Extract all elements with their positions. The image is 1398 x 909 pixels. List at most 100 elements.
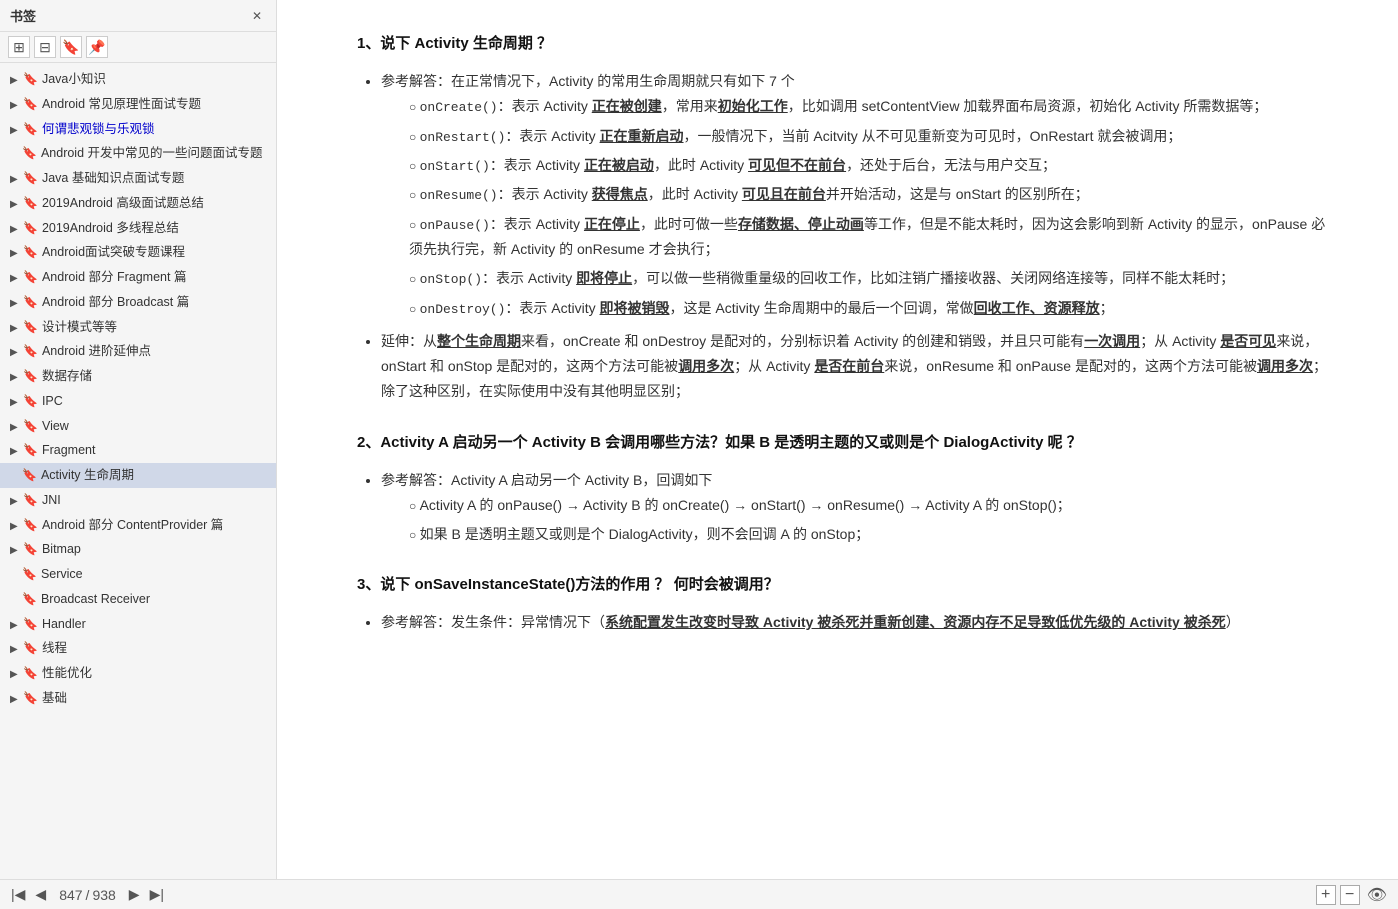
bookmark-icon: 🔖 — [23, 194, 38, 212]
arrow-icon: ▶ — [10, 540, 20, 558]
arrow-icon: ▶ — [10, 516, 20, 534]
bookmark-icon: 🔖 — [23, 120, 38, 138]
bookmark-icon: 🔖 — [23, 639, 38, 657]
list-item-extension: 延伸：从整个生命周期来看，onCreate 和 onDestroy 是配对的，分… — [381, 329, 1338, 405]
toolbar-icon-2[interactable]: ⊟ — [34, 36, 56, 58]
sidebar-item-design-patterns[interactable]: ▶ 🔖 设计模式等等 — [0, 315, 276, 340]
sidebar-item-label: 2019Android 高级面试题总结 — [42, 194, 204, 213]
bookmark-icon: 🔖 — [23, 664, 38, 682]
sidebar-item-jni[interactable]: ▶ 🔖 JNI — [0, 488, 276, 513]
sidebar-item-basics[interactable]: ▶ 🔖 基础 — [0, 686, 276, 711]
sidebar-item-fragment[interactable]: ▶ 🔖 Fragment — [0, 438, 276, 463]
method-oncreate: onCreate() — [420, 100, 498, 115]
page-info: 847/938 — [53, 887, 122, 903]
arrow-icon: ▶ — [10, 318, 20, 336]
sidebar-item-performance[interactable]: ▶ 🔖 性能优化 — [0, 661, 276, 686]
sidebar-item-view[interactable]: ▶ 🔖 View — [0, 414, 276, 439]
bookmark-icon: 🔖 — [22, 590, 37, 608]
sidebar-item-label: Broadcast Receiver — [41, 590, 150, 609]
page-total: 938 — [89, 887, 118, 903]
sidebar-item-label: Java 基础知识点面试专题 — [42, 169, 184, 188]
bookmark-icon: 🔖 — [23, 441, 38, 459]
close-icon[interactable]: ✕ — [248, 7, 266, 25]
sidebar-item-handler[interactable]: ▶ 🔖 Handler — [0, 612, 276, 637]
sidebar-item-activity-lifecycle[interactable]: 🔖 Activity 生命周期 — [0, 463, 276, 488]
sidebar-item-label: Java小知识 — [42, 70, 106, 89]
first-page-button[interactable]: |◀ — [8, 886, 28, 903]
sidebar-item-label: Activity 生命周期 — [41, 466, 134, 485]
sidebar-item-java-knowledge[interactable]: ▶ 🔖 Java小知识 — [0, 67, 276, 92]
sidebar-item-label: 性能优化 — [42, 664, 92, 683]
bookmark-icon: 🔖 — [23, 689, 38, 707]
sidebar-item-contentprovider[interactable]: ▶ 🔖 Android 部分 ContentProvider 篇 — [0, 513, 276, 538]
bookmark-icon: 🔖 — [22, 565, 37, 583]
lifecycle-methods-list: onCreate()：表示 Activity 正在被创建，常用来初始化工作，比如… — [409, 94, 1338, 321]
sidebar-item-ipc[interactable]: ▶ 🔖 IPC — [0, 389, 276, 414]
method-onstart: onStart() — [420, 159, 490, 174]
list-item: onResume()：表示 Activity 获得焦点，此时 Activity … — [409, 182, 1338, 207]
sidebar-item-android-common[interactable]: 🔖 Android 开发中常见的一些问题面试专题 — [0, 141, 276, 166]
sidebar-item-label: 2019Android 多线程总结 — [42, 219, 179, 238]
sidebar-item-label: Android面试突破专题课程 — [42, 243, 185, 262]
sidebar-item-android-fragment[interactable]: ▶ 🔖 Android 部分 Fragment 篇 — [0, 265, 276, 290]
last-page-button[interactable]: ▶| — [147, 886, 167, 903]
next-page-button[interactable]: ▶ — [126, 886, 143, 903]
method-onrestart: onRestart() — [420, 130, 506, 145]
arrow-icon: ▶ — [10, 194, 20, 212]
sidebar-item-bitmap[interactable]: ▶ 🔖 Bitmap — [0, 537, 276, 562]
toolbar-icon-4[interactable]: 📌 — [86, 36, 108, 58]
bookmark-icon: 🔖 — [22, 466, 37, 484]
bookmark-icon: 🔖 — [23, 367, 38, 385]
toolbar-icon-1[interactable]: ⊞ — [8, 36, 30, 58]
sidebar-item-data-storage[interactable]: ▶ 🔖 数据存储 — [0, 364, 276, 389]
sidebar-item-label: Handler — [42, 615, 86, 634]
sidebar-item-thread[interactable]: ▶ 🔖 线程 — [0, 636, 276, 661]
bookmark-icon: 🔖 — [23, 392, 38, 410]
prev-page-button[interactable]: ◀ — [32, 886, 49, 903]
bookmark-icon: 🔖 — [23, 417, 38, 435]
sidebar-item-2019-multithread[interactable]: ▶ 🔖 2019Android 多线程总结 — [0, 216, 276, 241]
sidebar-item-android-course[interactable]: ▶ 🔖 Android面试突破专题课程 — [0, 240, 276, 265]
q2-sub-list: Activity A 的 onPause() → Activity B 的 on… — [409, 493, 1338, 547]
toolbar-row: ⊞ ⊟ 🔖 📌 — [0, 32, 276, 63]
zoom-out-button[interactable]: − — [1340, 885, 1360, 905]
method-onresume: onResume() — [420, 188, 498, 203]
eye-icon[interactable]: 👁 — [1364, 885, 1390, 905]
sidebar-item-label: Android 部分 Fragment 篇 — [42, 268, 187, 287]
sidebar-item-label: 数据存储 — [42, 367, 92, 386]
arrow-icon: ▶ — [10, 491, 20, 509]
sidebar-item-label: Android 部分 ContentProvider 篇 — [42, 516, 223, 535]
arrow-icon: ▶ — [10, 70, 20, 88]
sidebar-item-pessimistic[interactable]: ▶ 🔖 何谓悲观锁与乐观锁 — [0, 117, 276, 142]
method-onstop: onStop() — [420, 272, 482, 287]
sidebar-item-label: IPC — [42, 392, 63, 411]
sidebar-item-label: 设计模式等等 — [42, 318, 117, 337]
sidebar-item-broadcast-receiver[interactable]: 🔖 Broadcast Receiver — [0, 587, 276, 612]
bookmark-icon: 🔖 — [23, 243, 38, 261]
list-item: Activity A 的 onPause() → Activity B 的 on… — [409, 493, 1338, 518]
sidebar-header-icons: ✕ — [248, 7, 266, 25]
bookmark-icon: 🔖 — [23, 342, 38, 360]
sidebar-item-service[interactable]: 🔖 Service — [0, 562, 276, 587]
arrow-icon: ▶ — [10, 219, 20, 237]
bottom-nav-right: + − 👁 — [1316, 885, 1390, 905]
list-item: onRestart()：表示 Activity 正在重新启动，一般情况下，当前 … — [409, 124, 1338, 149]
bookmark-icon: 🔖 — [23, 219, 38, 237]
zoom-in-button[interactable]: + — [1316, 885, 1336, 905]
sidebar-item-android-extension[interactable]: ▶ 🔖 Android 进阶延伸点 — [0, 339, 276, 364]
sidebar-item-label: View — [42, 417, 69, 436]
list-item: 参考解答：Activity A 启动另一个 Activity B，回调如下 Ac… — [381, 468, 1338, 548]
bookmark-icon: 🔖 — [23, 516, 38, 534]
sidebar-item-label: Android 部分 Broadcast 篇 — [42, 293, 189, 312]
arrow-icon: ▶ — [10, 293, 20, 311]
sidebar-item-java-basics[interactable]: ▶ 🔖 Java 基础知识点面试专题 — [0, 166, 276, 191]
page-current: 847 — [56, 887, 85, 903]
sidebar-item-android-interview[interactable]: ▶ 🔖 Android 常见原理性面试专题 — [0, 92, 276, 117]
toolbar-icon-3[interactable]: 🔖 — [60, 36, 82, 58]
sidebar-item-label: Android 常见原理性面试专题 — [42, 95, 201, 114]
sidebar-item-android-broadcast[interactable]: ▶ 🔖 Android 部分 Broadcast 篇 — [0, 290, 276, 315]
bookmark-icon: 🔖 — [23, 268, 38, 286]
sidebar-item-label: 基础 — [42, 689, 67, 708]
bottom-nav-left: |◀ ◀ 847/938 ▶ ▶| — [8, 886, 167, 903]
sidebar-item-2019-advanced[interactable]: ▶ 🔖 2019Android 高级面试题总结 — [0, 191, 276, 216]
